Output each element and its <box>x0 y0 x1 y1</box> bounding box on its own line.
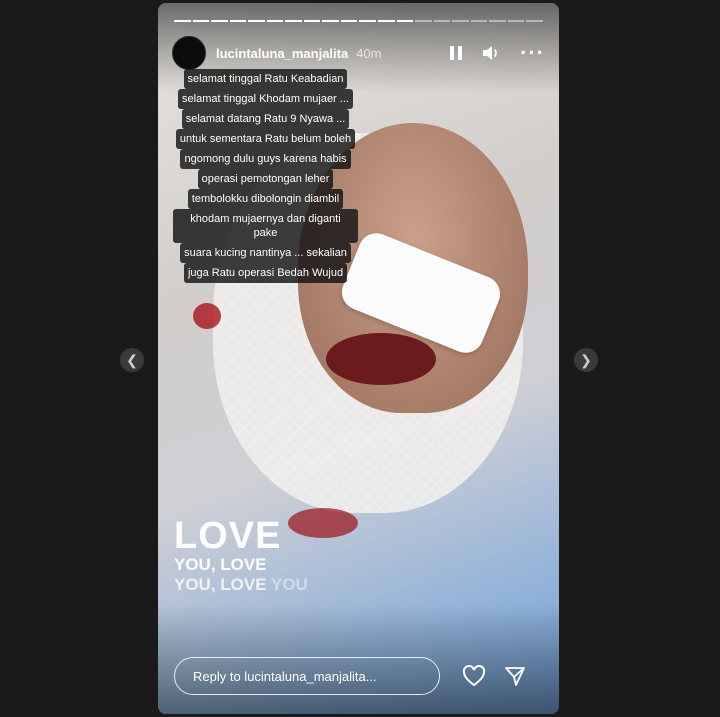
previous-story-button[interactable]: ❮ <box>120 348 144 372</box>
timestamp: 40m <box>356 45 382 61</box>
reply-input[interactable]: Reply to lucintaluna_manjalita... <box>174 657 440 695</box>
pause-icon[interactable] <box>450 46 463 60</box>
progress-segment <box>303 20 321 22</box>
progress-segment <box>396 20 414 22</box>
heart-icon[interactable] <box>462 665 486 687</box>
progress-segment <box>322 20 339 22</box>
speaker-icon[interactable] <box>482 45 500 61</box>
send-icon[interactable] <box>504 665 526 687</box>
chevron-right-icon: ❯ <box>580 352 592 368</box>
progress-segment <box>285 20 302 22</box>
caption-line: selamat tinggal Khodam mujaer ... <box>178 89 353 109</box>
progress-segment <box>433 20 451 22</box>
progress-segment <box>174 20 191 22</box>
progress-segment <box>452 20 469 22</box>
sticker-line-3b: YOU <box>271 575 308 594</box>
sticker-line-1: LOVE <box>174 515 282 557</box>
progress-segment <box>415 20 432 22</box>
story-footer: Reply to lucintaluna_manjalita... <box>174 655 543 697</box>
caption-line: suara kucing nantinya ... sekalian <box>180 243 351 263</box>
caption-line: juga Ratu operasi Bedah Wujud <box>183 263 348 283</box>
caption-line: selamat tinggal Ratu Keabadian <box>183 69 348 89</box>
progress-segment <box>192 20 210 22</box>
story-photo-stain <box>193 303 221 329</box>
love-sticker: LOVE YOU, LOVE YOU, LOVE YOU <box>174 517 308 595</box>
progress-segment <box>340 20 358 22</box>
caption-line: operasi pemotongan leher <box>197 169 334 189</box>
more-icon[interactable]: ··· <box>520 42 545 64</box>
caption-line: khodam mujaernya dan diganti pake <box>173 209 358 243</box>
sticker-line-3: YOU, LOVE YOU <box>174 575 308 595</box>
story-viewer[interactable]: lucintaluna_manjalita 40m ··· selamat ti… <box>158 3 559 714</box>
chevron-left-icon: ❮ <box>126 352 138 368</box>
reply-placeholder: Reply to lucintaluna_manjalita... <box>193 668 377 684</box>
story-photo-mouth <box>326 333 436 385</box>
progress-segment <box>248 20 265 22</box>
progress-segment <box>229 20 247 22</box>
caption-line: untuk sementara Ratu belum boleh <box>175 129 356 149</box>
caption-line: selamat datang Ratu 9 Nyawa ... <box>181 109 350 129</box>
username[interactable]: lucintaluna_manjalita <box>216 46 348 61</box>
progress-segment <box>266 20 284 22</box>
progress-segment <box>507 20 525 22</box>
sticker-line-2: YOU, LOVE <box>174 555 267 574</box>
progress-segment <box>359 20 377 22</box>
progress-segment <box>489 20 506 22</box>
sticker-line-3a: YOU, LOVE <box>174 575 271 594</box>
caption-line: tembolokku dibolongin diambil <box>187 189 344 209</box>
story-progress-bar <box>174 20 543 23</box>
progress-segment <box>526 20 543 22</box>
progress-segment <box>378 20 395 22</box>
story-controls: ··· <box>450 42 545 64</box>
story-header: lucintaluna_manjalita 40m ··· <box>172 36 545 70</box>
progress-segment <box>211 20 228 22</box>
caption-line: ngomong dulu guys karena habis <box>180 149 351 169</box>
avatar[interactable] <box>172 36 206 70</box>
story-caption: selamat tinggal Ratu Keabadian selamat ti… <box>173 69 358 283</box>
next-story-button[interactable]: ❯ <box>574 348 598 372</box>
progress-segment <box>470 20 488 22</box>
